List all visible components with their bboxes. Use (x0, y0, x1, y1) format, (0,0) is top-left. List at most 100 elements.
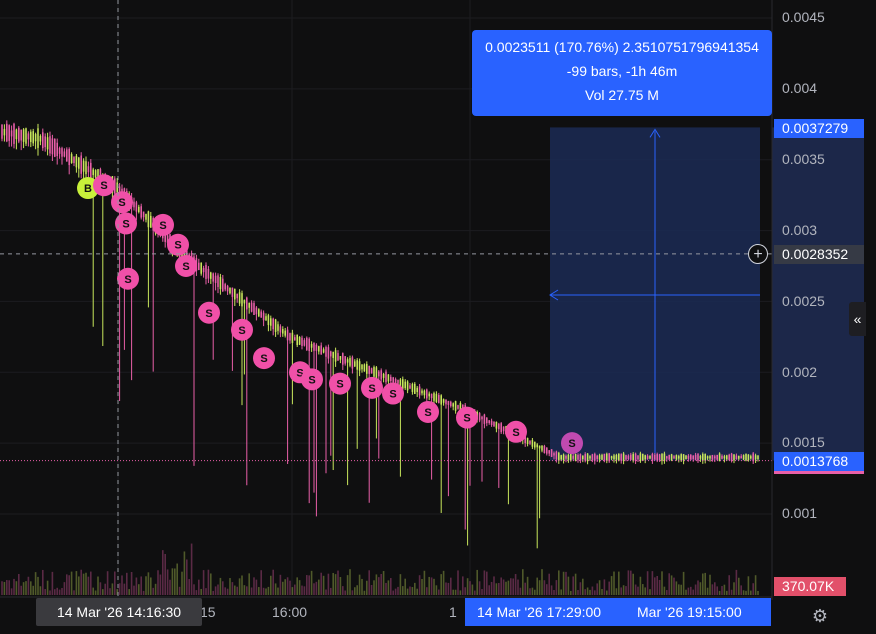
measure-change: 0.0023511 (170.76%) 2.3510751796941354 (485, 39, 759, 55)
volume-bar (294, 584, 296, 595)
candle-body (442, 399, 445, 403)
candle-body (529, 440, 531, 444)
price-tick: 0.0045 (782, 9, 825, 25)
volume-bar (658, 579, 661, 595)
candle-body (349, 358, 351, 366)
volume-bar (574, 573, 577, 595)
volume-bar (190, 543, 193, 595)
marker-label: S (118, 197, 125, 209)
candle-body (318, 346, 320, 352)
volume-bar (726, 590, 728, 595)
settings-icon[interactable]: ⚙ (808, 604, 832, 628)
candle-body (10, 130, 13, 137)
candle-body (457, 405, 459, 409)
volume-bar (73, 590, 75, 595)
volume-bar (145, 576, 147, 595)
volume-bar (318, 579, 320, 595)
volume-bar (423, 570, 426, 595)
candle-body (226, 285, 229, 292)
volume-bar (243, 585, 246, 595)
volume-bar (543, 580, 546, 595)
volume-bar (248, 573, 250, 595)
candle-body (18, 127, 20, 142)
candle-body (66, 149, 68, 162)
candle-body (61, 148, 63, 157)
candle-body (274, 319, 277, 332)
candle-body (752, 453, 754, 462)
candle-body (490, 420, 493, 425)
volume-bar (474, 590, 476, 595)
candle-body (548, 450, 550, 454)
volume-bar (430, 577, 433, 595)
candle-body (205, 264, 207, 279)
volume-bar (692, 589, 694, 595)
volume-bar (90, 571, 92, 595)
collapse-panel-button[interactable]: « (849, 302, 866, 336)
volume-bar (142, 590, 145, 595)
time-tick: 16:00 (272, 604, 308, 620)
volume-bar (138, 584, 140, 595)
volume-bar (121, 575, 123, 595)
volume-bar (512, 578, 514, 595)
volume-bar (3, 581, 6, 595)
volume-bar (589, 589, 591, 595)
volume-bar (30, 581, 32, 595)
sell-marker: S (117, 267, 139, 290)
candle-body (298, 336, 301, 345)
candle-body (594, 453, 596, 461)
volume-bar (668, 573, 670, 595)
candle-body (277, 324, 279, 331)
candle-body (344, 356, 346, 364)
volume-bar (378, 577, 380, 595)
volume-bar (411, 587, 414, 595)
candle-body (421, 390, 423, 394)
volume-bar (570, 590, 572, 595)
volume-bar (298, 580, 301, 595)
volume-bar (330, 587, 332, 595)
volume-bar (750, 590, 752, 595)
add-alert-button[interactable]: + (748, 244, 768, 264)
candle-body (486, 417, 488, 424)
volume-bar (457, 570, 459, 595)
volume-bar (51, 571, 54, 595)
volume-bar (399, 574, 402, 595)
volume-bar (140, 576, 142, 595)
candle-body (142, 211, 145, 218)
candle-body (327, 347, 330, 359)
candle-body (430, 393, 433, 399)
volume-bar (519, 587, 522, 595)
volume-bar (325, 589, 327, 595)
candle-body (370, 368, 373, 374)
candle-body (411, 383, 414, 392)
volume-bar (226, 588, 229, 595)
candle-body (224, 284, 226, 290)
candle-body (615, 454, 618, 460)
candle-body (265, 316, 267, 321)
candle-body (368, 365, 370, 374)
candle-body (481, 416, 483, 420)
volume-bar (207, 569, 210, 595)
volume-bar (358, 574, 361, 595)
volume-bar (286, 577, 289, 595)
candle-body (651, 453, 654, 461)
price-tick: 0.002 (782, 364, 818, 380)
candle-body (320, 345, 322, 355)
candle-body (339, 356, 342, 360)
marker-label: S (308, 374, 315, 386)
candle-body (714, 456, 716, 459)
volume-bar (291, 587, 294, 595)
measure-bars: -99 bars, -1h 46m (566, 63, 678, 79)
candle-body (558, 452, 560, 461)
sell-marker: S (115, 212, 137, 235)
volume-bar (270, 575, 272, 595)
candle-body (675, 455, 678, 460)
marker-label: S (159, 220, 166, 232)
volume-bar (258, 587, 260, 595)
candle-body (478, 413, 481, 421)
candle-body (390, 376, 392, 382)
volume-bar (387, 580, 390, 595)
candle-body (380, 370, 382, 380)
volume-bar (483, 570, 486, 595)
volume-bar (714, 582, 716, 595)
volume-bar (114, 571, 116, 595)
